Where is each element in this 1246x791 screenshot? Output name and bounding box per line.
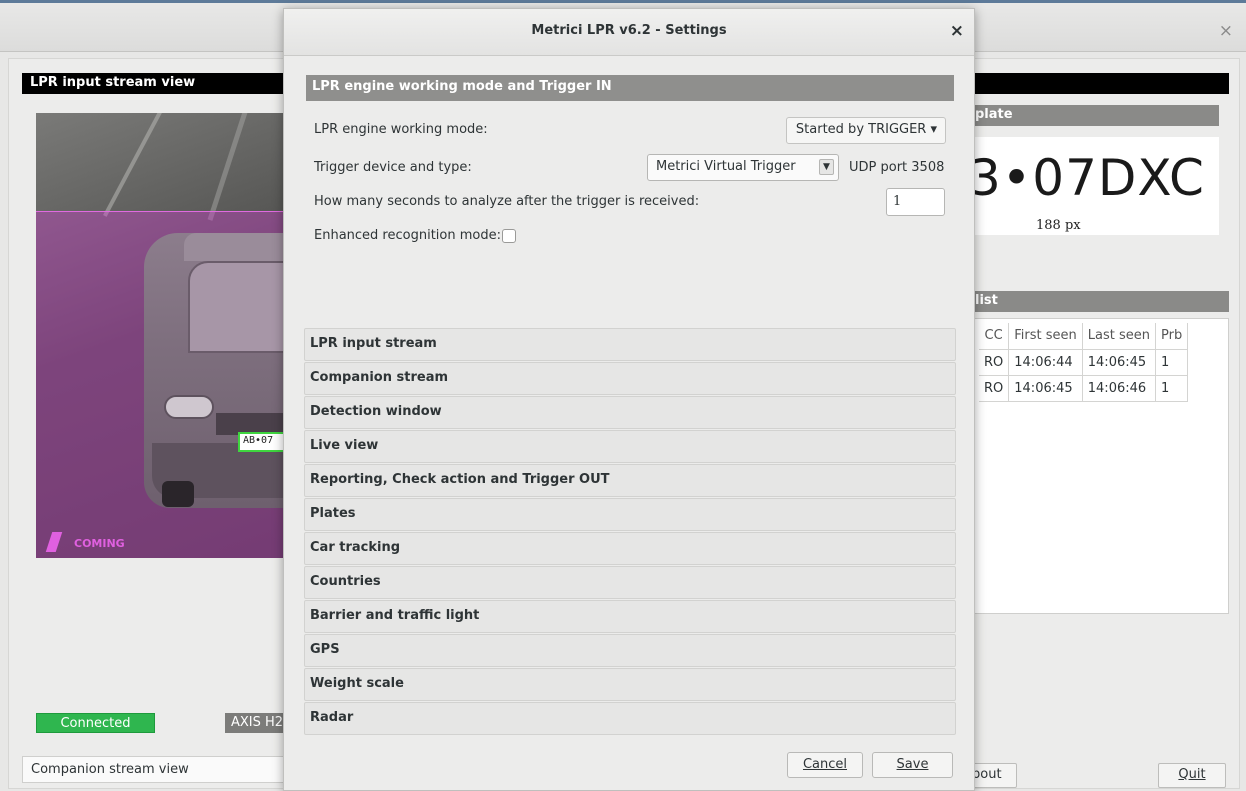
quit-button[interactable]: Quit bbox=[1158, 763, 1226, 788]
cell-last-seen: 14:06:46 bbox=[1081, 374, 1157, 402]
table-row[interactable]: RO 14:06:45 14:06:46 1 bbox=[979, 374, 1189, 402]
table-row[interactable]: RO 14:06:44 14:06:45 1 bbox=[979, 348, 1189, 376]
column-header-last-seen[interactable]: Last seen bbox=[1081, 323, 1157, 350]
working-mode-dropdown[interactable]: Started by TRIGGER ▾ bbox=[786, 117, 946, 144]
section-lpr-input-stream[interactable]: LPR input stream bbox=[304, 328, 956, 361]
working-mode-label: LPR engine working mode: bbox=[314, 122, 488, 137]
section-car-tracking[interactable]: Car tracking bbox=[304, 532, 956, 565]
trigger-device-select[interactable]: Metrici Virtual Trigger ▼ bbox=[647, 154, 839, 181]
connection-status-badge: Connected bbox=[36, 713, 155, 733]
table-header-row: CC First seen Last seen Prb bbox=[979, 323, 1189, 350]
section-companion-stream[interactable]: Companion stream bbox=[304, 362, 956, 395]
cell-first-seen: 14:06:44 bbox=[1008, 348, 1083, 376]
road-marking bbox=[207, 113, 250, 221]
trigger-device-value: Metrici Virtual Trigger bbox=[656, 159, 796, 174]
chevron-down-icon[interactable]: ▼ bbox=[819, 159, 834, 175]
analyze-seconds-label: How many seconds to analyze after the tr… bbox=[314, 194, 700, 209]
section-countries[interactable]: Countries bbox=[304, 566, 956, 599]
right-panel-title-bar bbox=[966, 73, 1229, 94]
section-live-view[interactable]: Live view bbox=[304, 430, 956, 463]
car-wheel bbox=[162, 481, 194, 507]
detected-plate-box: AB•07 bbox=[238, 432, 286, 452]
plate-list-table: CC First seen Last seen Prb RO 14:06:44 … bbox=[979, 323, 1189, 402]
enhanced-mode-checkbox[interactable] bbox=[502, 229, 516, 243]
cell-cc: RO bbox=[979, 348, 1010, 376]
cell-prb: 1 bbox=[1154, 348, 1189, 376]
cell-cc: RO bbox=[979, 374, 1010, 402]
save-button[interactable]: Save bbox=[872, 752, 953, 778]
section-barrier-traffic-light[interactable]: Barrier and traffic light bbox=[304, 600, 956, 633]
column-header-cc[interactable]: CC bbox=[979, 323, 1010, 350]
main-close-icon[interactable]: × bbox=[1219, 21, 1233, 41]
cell-last-seen: 14:06:45 bbox=[1081, 348, 1157, 376]
car-headlight bbox=[164, 395, 214, 419]
road-marking bbox=[103, 113, 163, 217]
column-header-first-seen[interactable]: First seen bbox=[1008, 323, 1083, 350]
trigger-device-label: Trigger device and type: bbox=[314, 160, 472, 175]
section-radar[interactable]: Radar bbox=[304, 702, 956, 735]
cell-prb: 1 bbox=[1154, 374, 1189, 402]
car-roof bbox=[184, 233, 286, 261]
dialog-title: Metrici LPR v6.2 - Settings bbox=[531, 23, 727, 38]
section-reporting-check-trigger-out[interactable]: Reporting, Check action and Trigger OUT bbox=[304, 464, 956, 497]
camera-model-badge: AXIS H2 bbox=[225, 713, 286, 733]
plate-section-header: plate bbox=[969, 105, 1219, 126]
enhanced-mode-label: Enhanced recognition mode: bbox=[314, 228, 501, 243]
cancel-button[interactable]: Cancel bbox=[787, 752, 863, 778]
settings-section-list: LPR input stream Companion stream Detect… bbox=[304, 328, 956, 736]
dialog-titlebar: Metrici LPR v6.2 - Settings × bbox=[284, 9, 974, 56]
section-detection-window[interactable]: Detection window bbox=[304, 396, 956, 429]
udp-port-label: UDP port 3508 bbox=[849, 160, 945, 175]
plate-width-label: 188 px bbox=[1036, 218, 1081, 233]
section-plates[interactable]: Plates bbox=[304, 498, 956, 531]
lpr-input-stream-view-title: LPR input stream view bbox=[22, 73, 286, 94]
list-section-header: list bbox=[969, 291, 1229, 312]
analyze-seconds-input[interactable]: 1 bbox=[886, 188, 945, 216]
section-header-lpr-engine-mode[interactable]: LPR engine working mode and Trigger IN bbox=[306, 75, 954, 101]
companion-stream-view-title: Companion stream view bbox=[22, 756, 286, 783]
plate-list-panel: CC First seen Last seen Prb RO 14:06:44 … bbox=[969, 318, 1229, 614]
cell-first-seen: 14:06:45 bbox=[1008, 374, 1083, 402]
plate-text: 3•07DXC bbox=[969, 149, 1205, 207]
settings-dialog: Metrici LPR v6.2 - Settings × LPR engine… bbox=[283, 8, 975, 791]
column-header-prb[interactable]: Prb bbox=[1154, 323, 1189, 350]
camera-view: AB•07 COMING bbox=[36, 113, 286, 558]
plate-image: 3•07DXC bbox=[969, 137, 1219, 235]
section-gps[interactable]: GPS bbox=[304, 634, 956, 667]
car-windshield bbox=[188, 261, 286, 353]
section-weight-scale[interactable]: Weight scale bbox=[304, 668, 956, 701]
direction-label: COMING bbox=[74, 537, 125, 550]
dialog-close-icon[interactable]: × bbox=[950, 21, 964, 41]
